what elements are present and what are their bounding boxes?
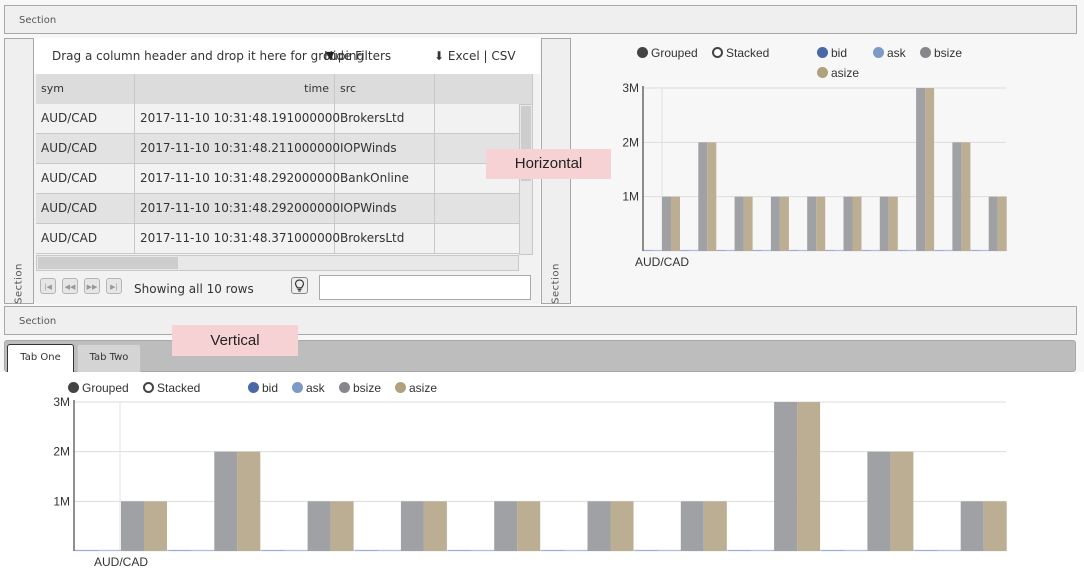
bar-asize [423,501,447,551]
bar-ask [471,550,495,551]
bar-bsize [307,501,331,551]
bar-asize [330,501,354,551]
bar-bsize [400,501,424,551]
bar-ask [657,550,681,551]
bar-asize [797,402,821,551]
bar-ask [564,550,588,551]
bar-asize [983,501,1007,551]
bar-chart-bottom: 1M 2M 3M AUD/CAD [53,395,1007,569]
bar-bsize [867,451,891,551]
bar-asize [237,451,261,551]
bar-bid [914,550,938,551]
bar-ask [377,550,401,551]
bar-bid [821,550,845,551]
y-tick-label: 2M [53,445,70,459]
bar-asize [890,451,914,551]
bar-bsize [774,402,798,551]
bar-bid [541,550,565,551]
bar-bid [448,550,472,551]
x-tick-label: AUD/CAD [94,555,148,569]
bar-bid [168,550,192,551]
bar-bsize [494,501,518,551]
bar-ask [284,550,308,551]
bar-ask [844,550,868,551]
y-tick-label: 3M [53,395,70,409]
y-tick-label: 1M [53,494,70,508]
bar-asize [144,501,167,551]
bar-bid [634,550,658,551]
bar-asize [703,501,727,551]
bar-bid [354,550,378,551]
bar-bsize [680,501,704,551]
bar-bsize [960,501,984,551]
bar-bid [75,550,98,551]
bar-bid [261,550,285,551]
bar-ask [751,550,775,551]
bar-ask [191,550,215,551]
bar-ask [937,550,961,551]
bar-bsize [587,501,611,551]
bar-ask [98,550,121,551]
bar-bsize [121,501,144,551]
bar-asize [517,501,541,551]
bar-bid [728,550,752,551]
bar-asize [610,501,634,551]
bar-bsize [214,451,238,551]
